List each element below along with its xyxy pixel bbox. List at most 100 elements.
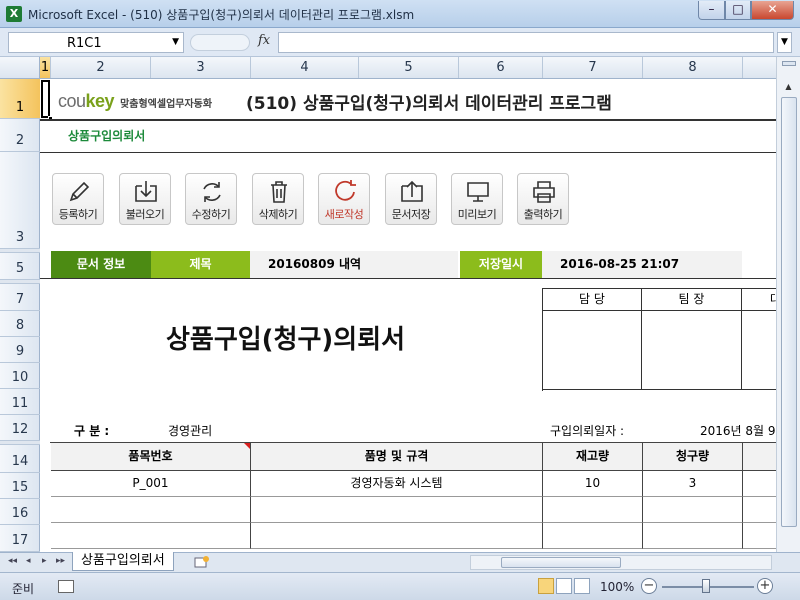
request-date-value[interactable]: 2016년 8월 9 xyxy=(700,422,776,439)
register-button[interactable]: 등록하기 xyxy=(52,173,104,225)
row-header-1[interactable]: 1 xyxy=(0,79,40,119)
worksheet-grid[interactable]: coukey 맞춤형엑셀업무자동화 (510) 상품구입(청구)의뢰서 데이터관리… xyxy=(40,79,776,552)
horizontal-scrollbar[interactable] xyxy=(470,555,772,570)
column-header-3[interactable]: 3 xyxy=(151,57,251,78)
minimize-button[interactable]: – xyxy=(698,1,725,20)
register-button-label: 등록하기 xyxy=(58,208,98,221)
row-header-12[interactable]: 12 xyxy=(0,415,40,441)
table-cell[interactable] xyxy=(51,523,251,549)
column-header-8[interactable]: 8 xyxy=(643,57,743,78)
next-sheet-icon[interactable]: ▸ xyxy=(42,556,47,566)
excel-app-icon[interactable]: X xyxy=(6,6,22,22)
page-break-view-icon[interactable] xyxy=(574,578,590,594)
approval-sign-staff[interactable] xyxy=(543,311,642,390)
row-header-10[interactable]: 10 xyxy=(0,363,40,389)
formula-input[interactable] xyxy=(278,32,774,53)
page-layout-view-icon[interactable] xyxy=(556,578,572,594)
new-document-button-label: 새로작성 xyxy=(324,208,364,221)
load-button[interactable]: 불러오기 xyxy=(119,173,171,225)
table-cell[interactable] xyxy=(743,471,776,497)
prev-sheet-icon[interactable]: ◂ xyxy=(26,556,31,566)
insert-function-icon[interactable]: fx xyxy=(258,33,270,48)
table-cell[interactable]: 10 xyxy=(543,471,643,497)
save-document-button[interactable]: 문서저장 xyxy=(385,173,437,225)
sheet-tab-active[interactable]: 상품구입의뢰서 xyxy=(72,552,174,571)
print-button[interactable]: 출력하기 xyxy=(517,173,569,225)
row-header-16[interactable]: 16 xyxy=(0,499,40,525)
preview-button[interactable]: 미리보기 xyxy=(451,173,503,225)
chevron-down-icon[interactable]: ▼ xyxy=(172,37,179,47)
row-header-3[interactable]: 3 xyxy=(0,152,40,249)
zoom-in-icon[interactable]: + xyxy=(757,578,773,594)
zoom-level[interactable]: 100% xyxy=(600,580,634,594)
delete-button[interactable]: 삭제하기 xyxy=(252,173,304,225)
table-cell[interactable] xyxy=(51,497,251,523)
table-header-item-no: 품목번호 xyxy=(51,443,251,471)
row-header-2[interactable]: 2 xyxy=(0,119,40,152)
approval-sign-team-lead[interactable] xyxy=(642,311,742,390)
table-cell[interactable] xyxy=(251,497,543,523)
column-header-6[interactable]: 6 xyxy=(459,57,543,78)
table-cell[interactable] xyxy=(543,497,643,523)
table-cell[interactable] xyxy=(743,523,776,549)
row-header-5[interactable]: 5 xyxy=(0,253,40,280)
split-handle[interactable] xyxy=(782,61,796,66)
zoom-out-icon[interactable]: − xyxy=(641,578,657,594)
table-cell[interactable]: 3 xyxy=(643,471,743,497)
table-cell[interactable] xyxy=(643,497,743,523)
category-value[interactable]: 경영관리 xyxy=(168,422,212,439)
macro-record-icon[interactable] xyxy=(58,580,74,593)
row-header-17[interactable]: 17 xyxy=(0,525,40,552)
maximize-button[interactable]: □ xyxy=(725,1,751,20)
row-header-11[interactable]: 11 xyxy=(0,389,40,415)
modify-button[interactable]: 수정하기 xyxy=(185,173,237,225)
row-header-9[interactable]: 9 xyxy=(0,337,40,363)
sheet-tab-bar: ◂◂ ◂ ▸ ▸▸ 상품구입의뢰서 xyxy=(0,552,800,572)
scroll-up-icon[interactable]: ▲ xyxy=(780,79,797,95)
approval-sign-third[interactable] xyxy=(742,311,776,390)
normal-view-icon[interactable] xyxy=(538,578,554,594)
vertical-scroll-thumb[interactable] xyxy=(781,97,797,527)
select-all-corner[interactable] xyxy=(0,57,40,79)
status-ready: 준비 xyxy=(12,582,35,596)
table-cell[interactable]: P_001 xyxy=(51,471,251,497)
table-cell[interactable] xyxy=(543,523,643,549)
column-header-7[interactable]: 7 xyxy=(543,57,643,78)
horizontal-scroll-thumb[interactable] xyxy=(501,557,621,568)
row-header-14[interactable]: 14 xyxy=(0,445,40,473)
printer-icon xyxy=(533,181,555,203)
modify-button-label: 수정하기 xyxy=(191,208,231,221)
program-title: (510) 상품구입(청구)의뢰서 데이터관리 프로그램 xyxy=(246,94,612,114)
column-header-5[interactable]: 5 xyxy=(359,57,459,78)
name-box[interactable]: R1C1 ▼ xyxy=(8,32,184,53)
expand-formula-bar-button[interactable]: ▼ xyxy=(777,32,792,53)
column-header-4[interactable]: 4 xyxy=(251,57,359,78)
table-cell[interactable]: 경영자동화 시스템 xyxy=(251,471,543,497)
row-header-7[interactable]: 7 xyxy=(0,284,40,311)
export-icon xyxy=(401,180,423,202)
new-document-button[interactable]: 새로작성 xyxy=(318,173,370,225)
last-sheet-icon[interactable]: ▸▸ xyxy=(56,556,65,566)
saved-time-value[interactable]: 2016-08-25 21:07 xyxy=(542,251,742,278)
doc-title-label: 제목 xyxy=(151,251,250,278)
vertical-scrollbar[interactable]: ▲ xyxy=(776,57,800,552)
active-cell-cursor[interactable] xyxy=(41,80,50,118)
print-button-label: 출력하기 xyxy=(523,208,563,221)
doc-title-value[interactable]: 20160809 내역 xyxy=(250,251,458,278)
row-header-8[interactable]: 8 xyxy=(0,311,40,337)
status-bar: 준비 100% − + xyxy=(0,572,800,600)
title-divider xyxy=(40,119,776,121)
approval-box: 담 당 팀 장 대 xyxy=(542,288,776,391)
table-cell[interactable] xyxy=(251,523,543,549)
first-sheet-icon[interactable]: ◂◂ xyxy=(8,556,17,566)
table-cell[interactable] xyxy=(643,523,743,549)
column-header-1[interactable]: 1 xyxy=(40,57,51,78)
close-button[interactable]: ✕ xyxy=(751,1,794,20)
row-header-15[interactable]: 15 xyxy=(0,473,40,499)
column-header-2[interactable]: 2 xyxy=(51,57,151,78)
table-cell[interactable] xyxy=(743,497,776,523)
comment-indicator[interactable] xyxy=(244,443,250,449)
insert-sheet-icon[interactable] xyxy=(193,555,211,569)
zoom-slider-thumb[interactable] xyxy=(702,579,710,593)
logo-subtitle: 맞춤형엑셀업무자동화 xyxy=(120,99,213,110)
